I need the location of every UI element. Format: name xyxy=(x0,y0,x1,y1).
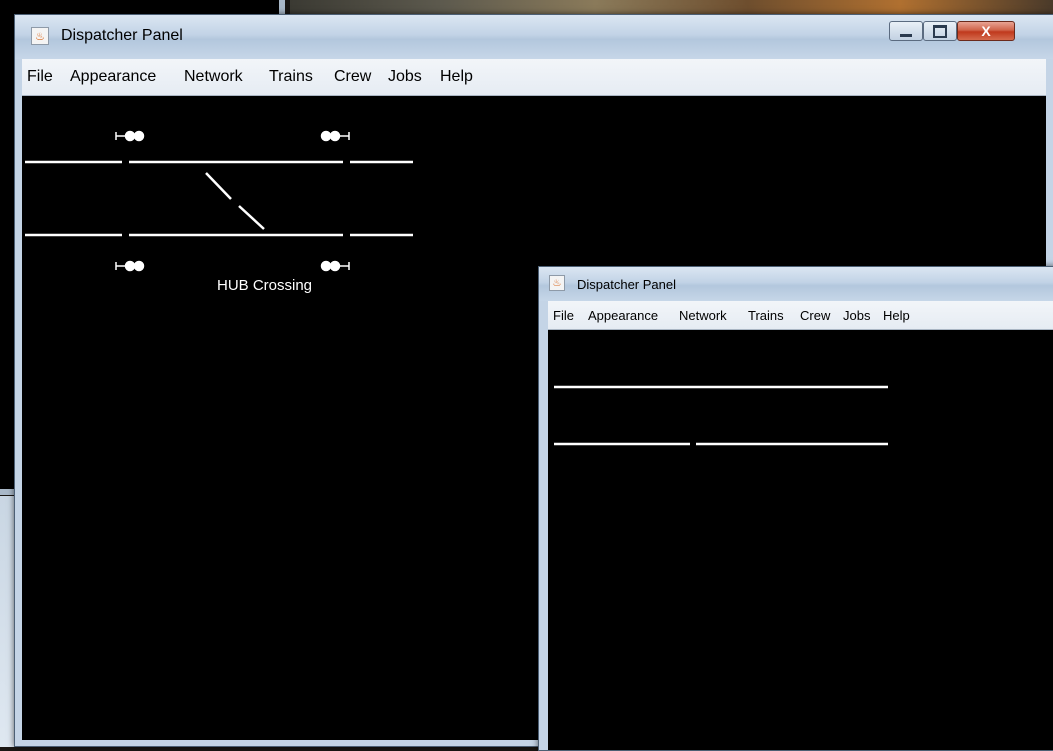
menu-file[interactable]: File xyxy=(553,308,574,323)
menu-file[interactable]: File xyxy=(27,68,53,86)
close-icon: X xyxy=(981,23,991,39)
menu-jobs[interactable]: Jobs xyxy=(843,308,870,323)
menu-jobs[interactable]: Jobs xyxy=(388,68,422,86)
signal-top-right[interactable] xyxy=(320,130,350,142)
window-title: Dispatcher Panel xyxy=(577,277,676,292)
menu-help[interactable]: Help xyxy=(440,68,473,86)
java-icon: ♨ xyxy=(549,275,565,291)
main-menubar: File Appearance Network Trains Crew Jobs… xyxy=(22,59,1046,96)
main-window-titlebar[interactable]: ♨ Dispatcher Panel X xyxy=(15,15,1053,59)
minimize-icon xyxy=(900,33,912,37)
signal-bottom-left[interactable] xyxy=(115,260,145,272)
track-crossover[interactable] xyxy=(205,172,265,230)
window-title: Dispatcher Panel xyxy=(61,27,183,44)
second-window-titlebar[interactable]: ♨ Dispatcher Panel xyxy=(539,267,1053,301)
second-window: ♨ Dispatcher Panel File Appearance Netwo… xyxy=(538,266,1053,751)
close-button[interactable]: X xyxy=(957,21,1015,41)
second-menubar: File Appearance Network Trains Crew Jobs… xyxy=(548,301,1053,330)
menu-help[interactable]: Help xyxy=(883,308,910,323)
signal-bottom-right[interactable] xyxy=(320,260,350,272)
menu-network[interactable]: Network xyxy=(679,308,727,323)
menu-crew[interactable]: Crew xyxy=(800,308,830,323)
signal-top-left[interactable] xyxy=(115,130,145,142)
menu-appearance[interactable]: Appearance xyxy=(588,308,658,323)
track-label: HUB Crossing xyxy=(217,277,313,294)
menu-network[interactable]: Network xyxy=(184,68,243,86)
menu-trains[interactable]: Trains xyxy=(269,68,313,86)
menu-crew[interactable]: Crew xyxy=(334,68,371,86)
menu-trains[interactable]: Trains xyxy=(748,308,784,323)
maximize-button[interactable] xyxy=(923,21,957,41)
second-dispatcher-canvas[interactable] xyxy=(548,330,1053,750)
minimize-button[interactable] xyxy=(889,21,923,41)
second-track-diagram xyxy=(554,385,888,446)
java-icon: ♨ xyxy=(31,27,49,45)
menu-appearance[interactable]: Appearance xyxy=(70,68,156,86)
desktop-background xyxy=(290,0,1053,14)
background-window-edge xyxy=(0,496,14,747)
maximize-icon xyxy=(933,24,947,38)
